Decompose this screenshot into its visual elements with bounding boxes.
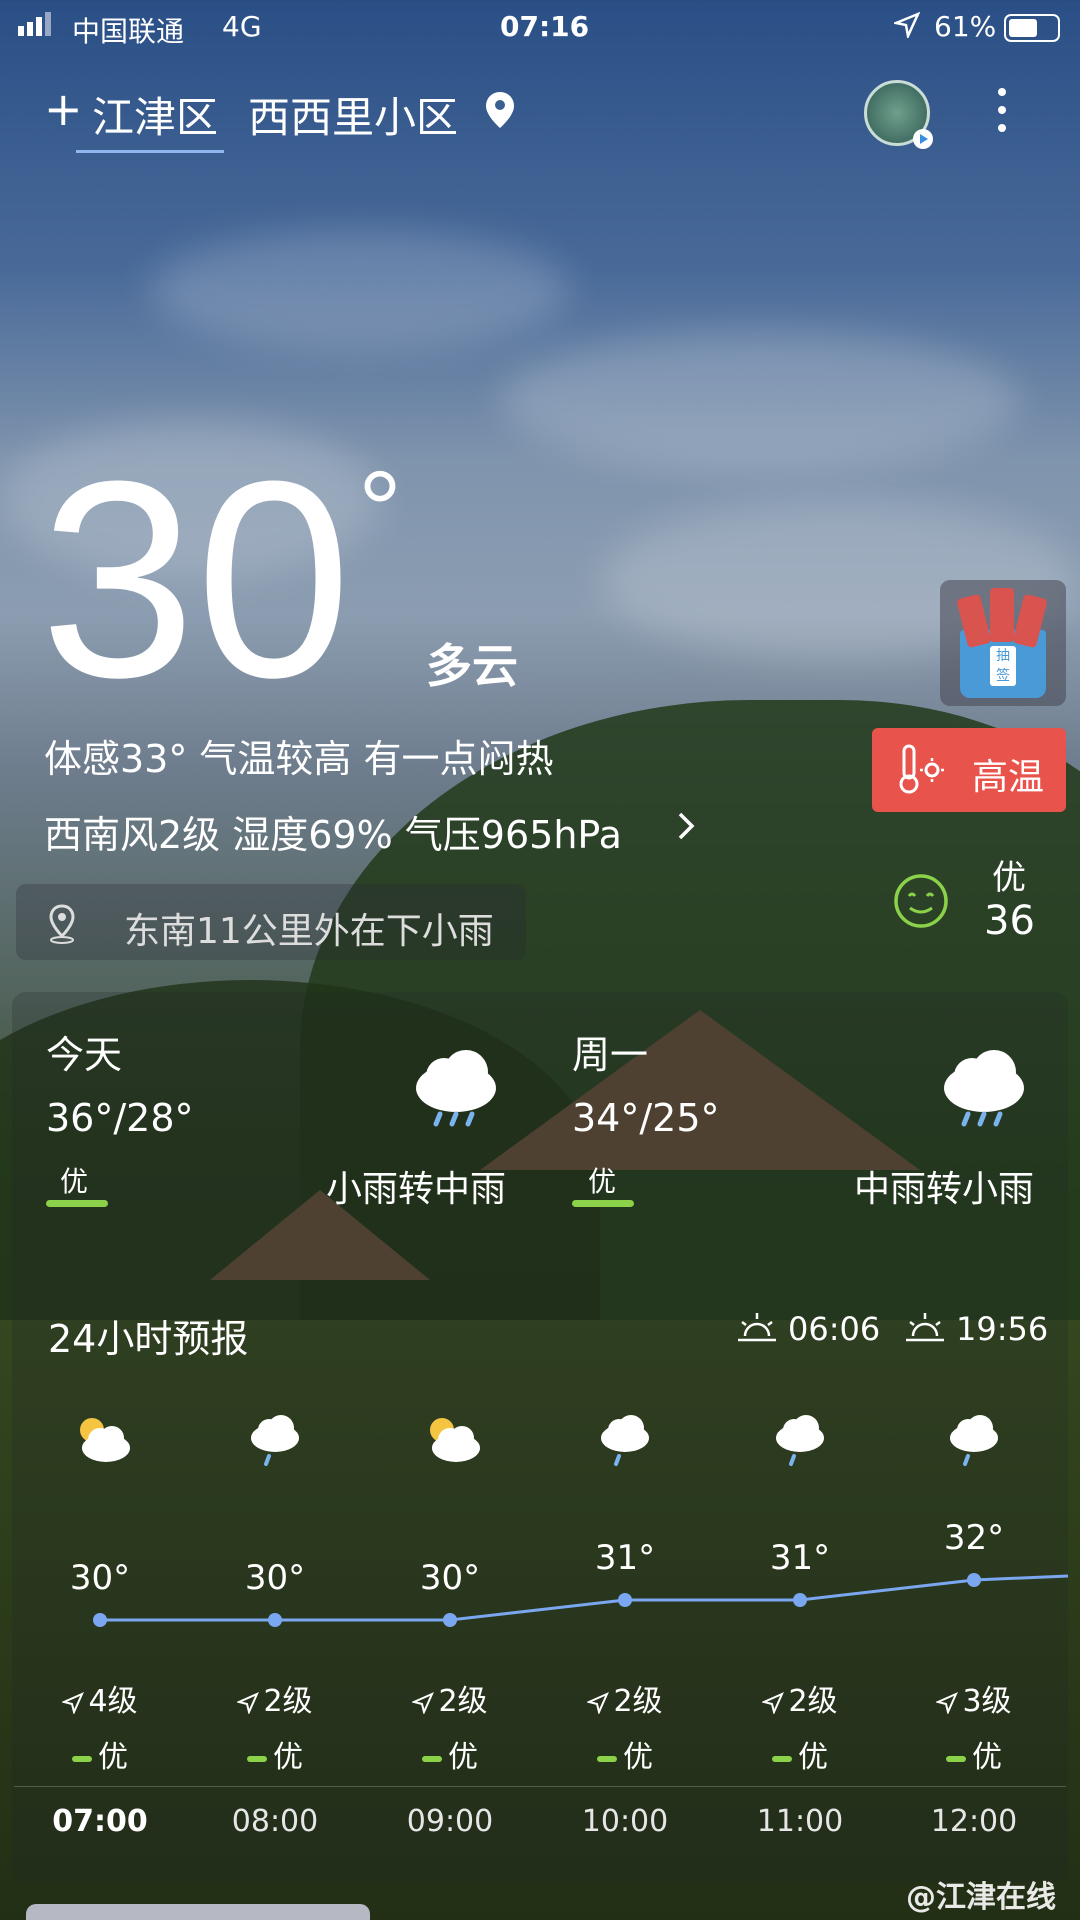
bottom-tab-bar[interactable]: [26, 1904, 370, 1920]
temperature-line: [100, 1574, 1069, 1622]
temperature-point: [93, 1613, 107, 1627]
temperature-line-chart: [93, 1573, 1069, 1627]
temperature-point: [268, 1613, 282, 1627]
watermark: @江津在线: [906, 1880, 1056, 1915]
temperature-point: [443, 1613, 457, 1627]
temperature-point: [793, 1593, 807, 1607]
divider: [14, 1786, 1066, 1787]
temperature-point: [967, 1573, 981, 1587]
temperature-point: [618, 1593, 632, 1607]
